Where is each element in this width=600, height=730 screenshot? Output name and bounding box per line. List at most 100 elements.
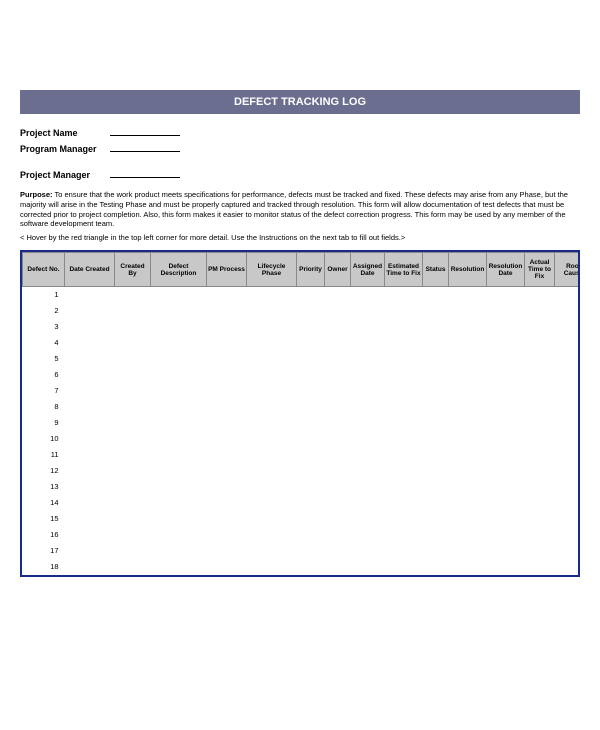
table-cell[interactable] bbox=[385, 287, 423, 303]
defect-number-cell[interactable]: 5 bbox=[23, 351, 65, 367]
table-cell[interactable] bbox=[325, 511, 351, 527]
project-manager-value[interactable] bbox=[110, 168, 180, 178]
table-cell[interactable] bbox=[423, 319, 449, 335]
defect-number-cell[interactable]: 17 bbox=[23, 543, 65, 559]
table-cell[interactable] bbox=[423, 399, 449, 415]
table-cell[interactable] bbox=[385, 447, 423, 463]
table-cell[interactable] bbox=[247, 383, 297, 399]
table-cell[interactable] bbox=[423, 463, 449, 479]
table-cell[interactable] bbox=[297, 287, 325, 303]
table-cell[interactable] bbox=[115, 511, 151, 527]
table-cell[interactable] bbox=[207, 431, 247, 447]
table-cell[interactable] bbox=[423, 543, 449, 559]
table-cell[interactable] bbox=[385, 383, 423, 399]
table-cell[interactable] bbox=[247, 479, 297, 495]
table-cell[interactable] bbox=[487, 463, 525, 479]
table-cell[interactable] bbox=[525, 527, 555, 543]
table-cell[interactable] bbox=[247, 367, 297, 383]
table-cell[interactable] bbox=[115, 495, 151, 511]
table-cell[interactable] bbox=[487, 287, 525, 303]
table-cell[interactable] bbox=[423, 303, 449, 319]
table-cell[interactable] bbox=[207, 511, 247, 527]
table-cell[interactable] bbox=[297, 303, 325, 319]
table-cell[interactable] bbox=[151, 479, 207, 495]
table-cell[interactable] bbox=[525, 543, 555, 559]
table-cell[interactable] bbox=[151, 511, 207, 527]
table-cell[interactable] bbox=[555, 543, 581, 559]
table-cell[interactable] bbox=[151, 351, 207, 367]
table-cell[interactable] bbox=[525, 319, 555, 335]
table-cell[interactable] bbox=[449, 431, 487, 447]
table-cell[interactable] bbox=[297, 367, 325, 383]
table-cell[interactable] bbox=[151, 543, 207, 559]
table-cell[interactable] bbox=[247, 335, 297, 351]
table-row[interactable]: 8 bbox=[23, 399, 581, 415]
table-row[interactable]: 6 bbox=[23, 367, 581, 383]
table-cell[interactable] bbox=[555, 447, 581, 463]
table-cell[interactable] bbox=[449, 415, 487, 431]
table-cell[interactable] bbox=[449, 335, 487, 351]
table-cell[interactable] bbox=[555, 335, 581, 351]
table-cell[interactable] bbox=[325, 495, 351, 511]
table-cell[interactable] bbox=[525, 303, 555, 319]
table-cell[interactable] bbox=[555, 367, 581, 383]
table-cell[interactable] bbox=[151, 463, 207, 479]
defect-number-cell[interactable]: 14 bbox=[23, 495, 65, 511]
table-cell[interactable] bbox=[151, 303, 207, 319]
table-cell[interactable] bbox=[449, 495, 487, 511]
table-cell[interactable] bbox=[525, 351, 555, 367]
table-cell[interactable] bbox=[325, 287, 351, 303]
table-cell[interactable] bbox=[65, 479, 115, 495]
table-cell[interactable] bbox=[65, 415, 115, 431]
table-cell[interactable] bbox=[325, 527, 351, 543]
table-cell[interactable] bbox=[247, 543, 297, 559]
table-cell[interactable] bbox=[297, 351, 325, 367]
table-cell[interactable] bbox=[449, 463, 487, 479]
table-cell[interactable] bbox=[297, 447, 325, 463]
table-cell[interactable] bbox=[555, 463, 581, 479]
table-cell[interactable] bbox=[487, 431, 525, 447]
table-cell[interactable] bbox=[297, 335, 325, 351]
table-cell[interactable] bbox=[207, 367, 247, 383]
table-cell[interactable] bbox=[385, 479, 423, 495]
table-cell[interactable] bbox=[207, 383, 247, 399]
table-cell[interactable] bbox=[555, 479, 581, 495]
table-cell[interactable] bbox=[385, 431, 423, 447]
table-cell[interactable] bbox=[351, 335, 385, 351]
table-cell[interactable] bbox=[351, 287, 385, 303]
table-cell[interactable] bbox=[297, 383, 325, 399]
table-cell[interactable] bbox=[351, 351, 385, 367]
table-cell[interactable] bbox=[247, 303, 297, 319]
table-cell[interactable] bbox=[449, 527, 487, 543]
defect-number-cell[interactable]: 6 bbox=[23, 367, 65, 383]
table-row[interactable]: 16 bbox=[23, 527, 581, 543]
table-cell[interactable] bbox=[325, 319, 351, 335]
table-cell[interactable] bbox=[385, 415, 423, 431]
table-cell[interactable] bbox=[325, 367, 351, 383]
table-cell[interactable] bbox=[325, 543, 351, 559]
table-cell[interactable] bbox=[351, 495, 385, 511]
defect-number-cell[interactable]: 16 bbox=[23, 527, 65, 543]
table-cell[interactable] bbox=[115, 319, 151, 335]
table-cell[interactable] bbox=[207, 527, 247, 543]
table-cell[interactable] bbox=[385, 511, 423, 527]
table-row[interactable]: 5 bbox=[23, 351, 581, 367]
table-cell[interactable] bbox=[207, 479, 247, 495]
table-cell[interactable] bbox=[65, 383, 115, 399]
defect-number-cell[interactable]: 8 bbox=[23, 399, 65, 415]
table-cell[interactable] bbox=[297, 415, 325, 431]
table-cell[interactable] bbox=[351, 527, 385, 543]
table-cell[interactable] bbox=[487, 335, 525, 351]
table-cell[interactable] bbox=[449, 479, 487, 495]
table-cell[interactable] bbox=[151, 559, 207, 575]
table-cell[interactable] bbox=[325, 415, 351, 431]
table-row[interactable]: 15 bbox=[23, 511, 581, 527]
table-cell[interactable] bbox=[115, 303, 151, 319]
table-row[interactable]: 14 bbox=[23, 495, 581, 511]
table-cell[interactable] bbox=[325, 559, 351, 575]
table-cell[interactable] bbox=[151, 367, 207, 383]
table-cell[interactable] bbox=[325, 399, 351, 415]
table-cell[interactable] bbox=[449, 351, 487, 367]
table-cell[interactable] bbox=[151, 287, 207, 303]
table-cell[interactable] bbox=[449, 367, 487, 383]
